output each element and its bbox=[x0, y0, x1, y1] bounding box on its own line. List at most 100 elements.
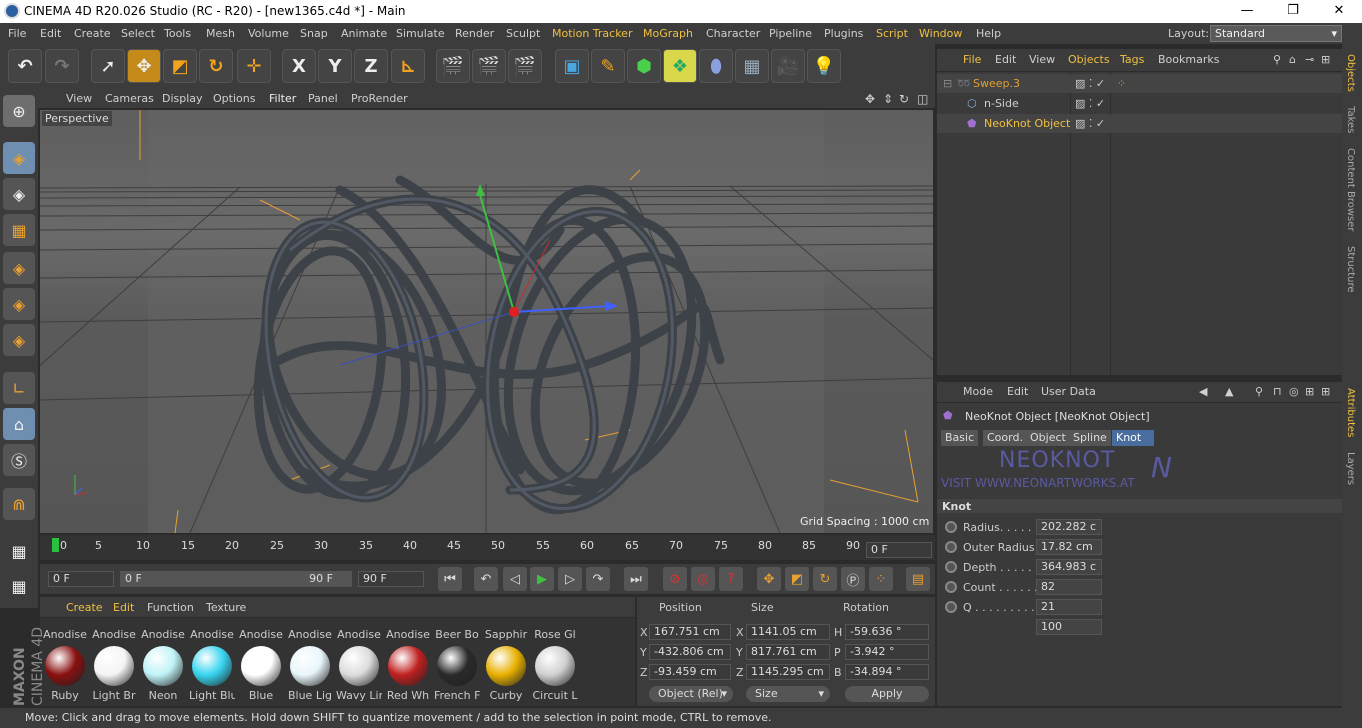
material-swatch[interactable]: French F bbox=[434, 646, 480, 702]
visibility-toggle[interactable]: ▨ ⁚ ✓ bbox=[1075, 77, 1105, 90]
coordinate-mode-dropdown[interactable]: Object (Rel) ▾ bbox=[649, 686, 733, 702]
material-swatch[interactable]: Wavy Lin bbox=[336, 646, 382, 702]
obj-menu-bookmarks[interactable]: Bookmarks bbox=[1158, 53, 1219, 66]
animate-dot[interactable] bbox=[945, 601, 957, 613]
position-y-field[interactable]: -432.806 cm bbox=[649, 644, 731, 660]
object-row-nside[interactable]: ⬡ n-Side ▨ ⁚ ✓ bbox=[937, 94, 1342, 113]
material-swatch[interactable]: Red Wh bbox=[385, 646, 431, 702]
animate-dot[interactable] bbox=[945, 541, 957, 553]
texture-mode-button[interactable]: ◈ bbox=[3, 178, 35, 210]
deformer-button[interactable]: ⬮ bbox=[699, 49, 733, 83]
workplane-lock-button[interactable]: ▦ bbox=[3, 535, 35, 567]
rotate-tool-button[interactable]: ↻ bbox=[199, 49, 233, 83]
link-icon[interactable]: ⊸ bbox=[1305, 53, 1314, 66]
material-label[interactable]: Anodise bbox=[336, 628, 382, 641]
vp-menu-prorender[interactable]: ProRender bbox=[351, 92, 408, 105]
key-scale-button[interactable]: ◩ bbox=[785, 567, 809, 591]
param-outer-radius[interactable]: Outer Radius 17.82 cm bbox=[945, 538, 1105, 556]
go-to-start-button[interactable]: ⏮ bbox=[438, 567, 462, 591]
cube-button[interactable]: ▣ bbox=[555, 49, 589, 83]
menu-create[interactable]: Create bbox=[74, 27, 111, 40]
key-parameter-button[interactable]: Ⓟ bbox=[841, 567, 865, 591]
menu-render[interactable]: Render bbox=[455, 27, 494, 40]
close-button[interactable]: ✕ bbox=[1316, 0, 1362, 23]
search-icon[interactable]: ⚲ bbox=[1255, 385, 1263, 398]
vp-menu-panel[interactable]: Panel bbox=[308, 92, 338, 105]
material-label[interactable]: Anodise bbox=[42, 628, 88, 641]
lock-icon[interactable]: ⊓ bbox=[1273, 385, 1282, 398]
edges-mode-button[interactable]: ◈ bbox=[3, 288, 35, 320]
timeline-ruler[interactable]: 0 5 10 15 20 25 30 35 40 45 50 55 60 65 … bbox=[40, 535, 935, 560]
end-frame-field[interactable]: 90 F bbox=[358, 571, 424, 587]
mat-menu-function[interactable]: Function bbox=[147, 601, 194, 614]
target-icon[interactable]: ◎ bbox=[1289, 385, 1299, 398]
side-tab-structure[interactable]: Structure bbox=[1345, 246, 1356, 293]
menu-window[interactable]: Window bbox=[919, 27, 962, 40]
layout-dropdown[interactable]: Standard ▾ bbox=[1210, 25, 1342, 42]
viewport-camera-label[interactable]: Perspective bbox=[42, 111, 112, 126]
side-tab-layers[interactable]: Layers bbox=[1345, 452, 1356, 485]
material-label[interactable]: Rose Gl bbox=[532, 628, 578, 641]
material-label[interactable]: Anodise bbox=[287, 628, 333, 641]
transform-tool-button[interactable]: ✛ bbox=[237, 49, 271, 83]
tab-basic[interactable]: Basic bbox=[941, 430, 979, 446]
expand-icon[interactable]: ⊞ bbox=[1321, 385, 1330, 398]
search-icon[interactable]: ⚲ bbox=[1273, 53, 1281, 66]
render-settings-button[interactable]: 🎬 bbox=[508, 49, 542, 83]
param-value[interactable]: 364.983 c bbox=[1036, 559, 1102, 575]
tab-coord[interactable]: Coord. bbox=[983, 430, 1027, 446]
param-q[interactable]: Q . . . . . . . . . . 21 bbox=[945, 598, 1105, 616]
camera-button[interactable]: 🎥 bbox=[771, 49, 805, 83]
material-swatch[interactable]: Light Br bbox=[91, 646, 137, 702]
scale-tool-button[interactable]: ◩ bbox=[163, 49, 197, 83]
material-label[interactable]: Anodise bbox=[91, 628, 137, 641]
go-to-end-button[interactable]: ⏭ bbox=[624, 567, 648, 591]
param-count[interactable]: Count . . . . . . 82 bbox=[945, 578, 1105, 596]
menu-script[interactable]: Script bbox=[876, 27, 908, 40]
vp-menu-options[interactable]: Options bbox=[213, 92, 255, 105]
model-mode-button[interactable]: ◈ bbox=[3, 142, 35, 174]
object-row-sweep[interactable]: ⊟ ➿ Sweep.3 ▨ ⁚ ✓ ⁘ bbox=[937, 74, 1342, 93]
key-position-button[interactable]: ✥ bbox=[757, 567, 781, 591]
render-view-button[interactable]: 🎬 bbox=[436, 49, 470, 83]
material-tag-icon[interactable]: ⁘ bbox=[1117, 77, 1126, 90]
toggle-view-icon[interactable]: ◫ bbox=[917, 92, 928, 106]
menu-mesh[interactable]: Mesh bbox=[206, 27, 235, 40]
previous-frame-button[interactable]: ◁ bbox=[503, 567, 527, 591]
rotate-view-icon[interactable]: ↻ bbox=[899, 92, 909, 106]
menu-simulate[interactable]: Simulate bbox=[396, 27, 445, 40]
workplane-mode-button[interactable]: ▦ bbox=[3, 214, 35, 246]
expand-icon[interactable]: ⊞ bbox=[1321, 53, 1330, 66]
object-row-neoknot[interactable]: ⬟ NeoKnot Object ▨ ⁚ ✓ bbox=[937, 114, 1342, 133]
material-swatch[interactable]: Blue bbox=[238, 646, 284, 702]
viewport-3d[interactable] bbox=[40, 110, 933, 533]
material-label[interactable]: Anodise bbox=[140, 628, 186, 641]
rotation-h-field[interactable]: -59.636 ° bbox=[845, 624, 929, 640]
param-value[interactable]: 202.282 c bbox=[1036, 519, 1102, 535]
size-y-field[interactable]: 817.761 cm bbox=[746, 644, 830, 660]
animate-dot[interactable] bbox=[945, 581, 957, 593]
key-rotation-button[interactable]: ↻ bbox=[813, 567, 837, 591]
obj-menu-file[interactable]: File bbox=[963, 53, 981, 66]
menu-animate[interactable]: Animate bbox=[341, 27, 387, 40]
zoom-view-icon[interactable]: ⇕ bbox=[883, 92, 893, 106]
start-frame-field[interactable]: 0 F bbox=[48, 571, 114, 587]
lock-y-button[interactable]: Y bbox=[318, 49, 352, 83]
tab-knot[interactable]: Knot bbox=[1112, 430, 1154, 446]
obj-menu-objects[interactable]: Objects bbox=[1068, 53, 1110, 66]
material-swatch[interactable]: Light Blu bbox=[189, 646, 235, 702]
cloner-button[interactable]: ❖ bbox=[663, 49, 697, 83]
attr-menu-edit[interactable]: Edit bbox=[1007, 385, 1028, 398]
range-slider[interactable]: 0 F 90 F bbox=[120, 571, 352, 587]
size-mode-dropdown[interactable]: Size ▾ bbox=[746, 686, 830, 702]
apply-button[interactable]: Apply bbox=[845, 686, 929, 702]
menu-snap[interactable]: Snap bbox=[300, 27, 328, 40]
menu-volume[interactable]: Volume bbox=[248, 27, 289, 40]
material-swatch[interactable]: Neon bbox=[140, 646, 186, 702]
make-editable-button[interactable]: ⊕ bbox=[3, 95, 35, 127]
pen-button[interactable]: ✎ bbox=[591, 49, 625, 83]
visibility-toggle[interactable]: ▨ ⁚ ✓ bbox=[1075, 117, 1105, 130]
keyframe-selection-button[interactable]: ? bbox=[719, 567, 743, 591]
visibility-toggle[interactable]: ▨ ⁚ ✓ bbox=[1075, 97, 1105, 110]
next-key-button[interactable]: ↷ bbox=[586, 567, 610, 591]
